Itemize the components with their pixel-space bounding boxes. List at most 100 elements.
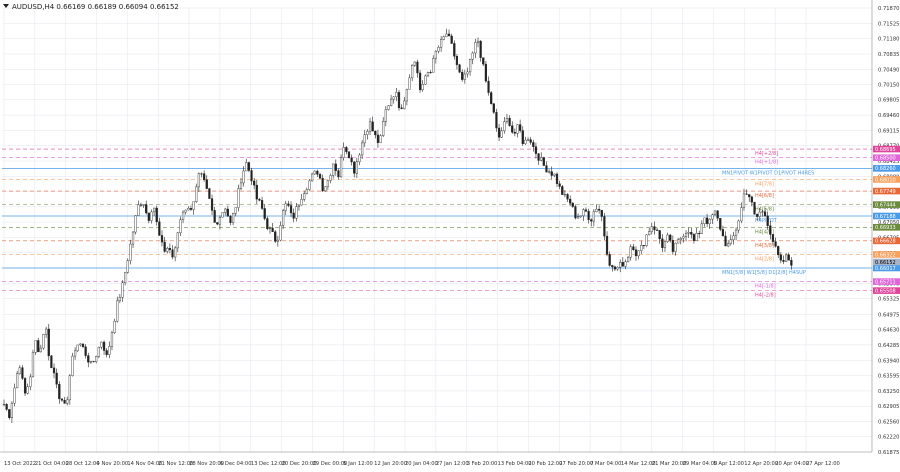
candle-body [777,246,780,256]
candle-body [492,103,495,113]
price-tick-label: 0.62905 [878,404,899,410]
candle-body [42,334,45,349]
candle-body [129,243,132,261]
candle-body [218,217,222,225]
candle-body [724,235,727,247]
candle-body [292,212,295,219]
price-tick-label: 0.71180 [878,37,899,43]
candle-body [279,225,282,241]
time-tick-label: 12 Jan 20:00 [374,461,407,467]
candle-body [239,182,243,189]
candle-body [16,373,19,389]
candle-body [379,135,382,143]
time-tick-label: 20 Jan 04:00 [405,461,438,467]
candle-body [10,402,13,419]
candle-body [395,92,398,98]
candle-body [500,130,503,138]
candle-body [234,207,237,214]
candle-body [511,125,514,133]
candle-body [176,232,179,249]
candle-body [226,208,229,217]
candle-body [268,227,272,230]
candle-body [76,344,79,352]
candle-body [166,248,169,252]
candle-body [529,139,532,143]
candle-body [376,134,380,143]
price-tick-label: 0.64630 [878,328,899,334]
candle-body [563,194,566,196]
price-tick-label: 0.63250 [878,389,899,395]
level-label: H4[-2/8] [755,293,776,299]
candle-body [247,162,250,171]
candle-body [748,194,751,198]
candle-body [397,92,401,109]
candle-body [405,89,408,102]
level-price-badge-text: 0.67188 [875,214,896,220]
candle-body [569,198,572,204]
candle-body [250,170,253,182]
candle-body [181,211,185,220]
candle-body [361,142,364,156]
candle-body [761,211,764,213]
candle-body [434,51,437,59]
candle-body [684,232,688,237]
candle-body [524,139,527,144]
candle-body [100,341,103,348]
candle-body [471,52,474,60]
level-label: H4[6/8] [755,193,774,199]
candle-body [516,124,519,134]
time-tick-label: 28 Nov 20:00 [189,461,224,467]
time-tick-label: 14 Mar 12:00 [621,461,656,467]
candle-body [316,170,319,175]
candle-body [174,247,177,258]
candle-body [474,42,477,54]
time-tick-label: 13 Dec 12:00 [251,461,286,467]
candle-body [418,72,422,91]
candle-body [237,188,240,208]
candle-body [50,355,53,369]
candle-body [445,33,448,37]
price-chart[interactable]: H4[+2/8] H4[+1/8] MN1PIVOT W1PIVOT D1PIVOT… [0,0,900,468]
candle-body [669,234,672,241]
candle-body [368,121,372,132]
candle-body [774,241,777,247]
candle-body [350,157,353,163]
candle-body [458,64,461,73]
candle-body [271,227,274,232]
level-price-badge-text: 0.66933 [875,225,896,231]
candle-body [758,211,761,217]
candle-body [763,211,767,217]
level-price-badge-text: 0.68260 [875,166,896,172]
header: AUDUSD,H4 0.66169 0.66189 0.66094 0.6615… [3,3,179,11]
candle-body [121,282,124,298]
candle-body [210,198,214,211]
candle-body [139,204,143,206]
candle-body [371,121,374,132]
candle-body [197,173,200,188]
candle-body [155,207,158,222]
time-tick-label: 13 Oct 2022 [4,461,36,467]
price-tick-label: 0.61875 [878,450,899,456]
candle-body [81,343,85,348]
chart-window[interactable]: H4[+2/8] H4[+1/8] MN1PIVOT W1PIVOT D1PIVOT… [0,0,900,468]
candle-body [152,207,156,213]
candle-body [608,254,611,266]
candle-body [627,257,630,262]
candle-body [666,234,669,242]
candle-body [708,218,711,224]
level-price-badge-text: 0.66628 [875,239,896,245]
candle-body [113,321,116,333]
candle-body [561,186,564,195]
candle-body [358,154,361,162]
candle-body [2,404,6,406]
candle-body [297,204,301,207]
candle-body [374,130,377,136]
candle-body [213,210,216,223]
candle-body [734,229,738,236]
candle-body [782,260,785,262]
candle-body [453,43,456,57]
candle-body [403,100,406,109]
candle-body [89,361,92,363]
candle-body [645,234,648,246]
candle-body [519,124,522,131]
